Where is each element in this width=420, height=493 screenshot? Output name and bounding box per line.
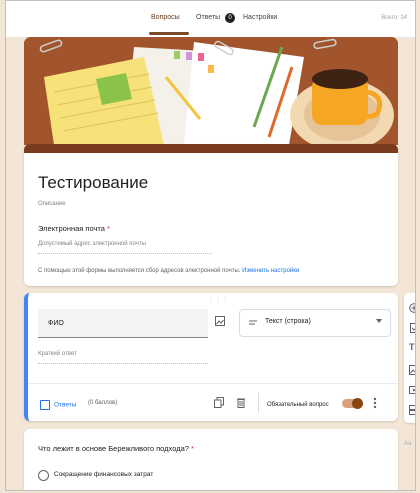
question-type-dropdown[interactable]: Текст (строка) — [239, 309, 391, 337]
answer-key-icon — [40, 400, 50, 410]
required-asterisk: * — [107, 224, 110, 233]
question-card-lean[interactable]: Что лежит в основе Бережливого подхода? … — [24, 429, 398, 490]
side-faded-text: Аа — [404, 441, 412, 447]
question2-title-text: Что лежит в основе Бережливого подхода? — [38, 444, 189, 453]
question-type-value: Текст (строка) — [265, 318, 311, 325]
question-card-fio[interactable]: ⋮⋮⋮ ФИО Текст (строка) Краткий ответ Отв… — [24, 293, 398, 421]
short-text-icon — [249, 320, 257, 325]
question-title-text: ФИО — [48, 320, 64, 327]
required-toggle[interactable] — [342, 398, 363, 409]
email-field-label: Электронная почта * — [38, 224, 110, 233]
email-collection-note: С помощью этой формы выполняется сбор ад… — [38, 268, 299, 274]
answers-button-label: Ответы — [54, 401, 77, 409]
footer-separator — [258, 393, 259, 413]
answers-button[interactable]: Ответы — [40, 400, 76, 410]
tab-questions[interactable]: Вопросы — [151, 14, 180, 21]
required-toggle-label: Обязательный вопрос — [267, 402, 329, 408]
add-image-icon[interactable] — [215, 316, 225, 326]
total-points: Всего: 14 — [381, 15, 407, 21]
option-radio[interactable] — [38, 470, 49, 481]
app-frame: Вопросы Ответы 0 Настройки Всего: 14 Тес… — [5, 0, 416, 491]
change-settings-link[interactable]: Изменить настройки — [242, 268, 299, 274]
collect-note-text: С помощью этой формы выполняется сбор ад… — [38, 268, 241, 274]
import-questions-icon[interactable] — [409, 323, 416, 333]
question-title-input[interactable]: ФИО — [38, 309, 208, 338]
add-section-icon[interactable] — [409, 405, 416, 415]
desk-illustration — [24, 37, 398, 145]
short-answer-placeholder: Краткий ответ — [38, 351, 208, 364]
side-toolbar: Tт — [404, 293, 416, 423]
add-question-icon[interactable] — [409, 303, 416, 313]
add-image-icon[interactable] — [409, 365, 416, 375]
more-options-icon[interactable] — [373, 397, 377, 409]
add-title-icon[interactable]: Tт — [409, 342, 415, 352]
question-footer-divider — [28, 383, 398, 384]
answers-count-badge: 0 — [225, 13, 235, 23]
add-video-icon[interactable] — [409, 385, 416, 395]
email-input[interactable]: Допустимый адрес электронной почты — [38, 241, 212, 254]
form-description-placeholder[interactable]: Описание — [38, 201, 66, 207]
required-asterisk: * — [191, 444, 194, 453]
duplicate-icon[interactable] — [214, 397, 224, 408]
drag-handle-icon[interactable]: ⋮⋮⋮ — [208, 296, 229, 303]
question2-title: Что лежит в основе Бережливого подхода? … — [38, 444, 194, 453]
question-points: (0 баллов) — [88, 400, 118, 406]
form-title[interactable]: Тестирование — [38, 173, 148, 193]
tab-answers[interactable]: Ответы — [196, 14, 220, 21]
form-title-card: Тестирование Описание Электронная почта … — [24, 144, 398, 286]
email-label-text: Электронная почта — [38, 224, 105, 233]
header-banner-image — [24, 37, 398, 145]
option-label: Сокращение финансовых затрат — [54, 471, 154, 478]
tab-settings[interactable]: Настройки — [243, 14, 277, 21]
top-tab-bar: Вопросы Ответы 0 Настройки Всего: 14 — [6, 1, 415, 38]
active-tab-indicator — [149, 32, 189, 35]
chevron-down-icon — [376, 319, 382, 323]
delete-icon[interactable] — [236, 397, 246, 408]
